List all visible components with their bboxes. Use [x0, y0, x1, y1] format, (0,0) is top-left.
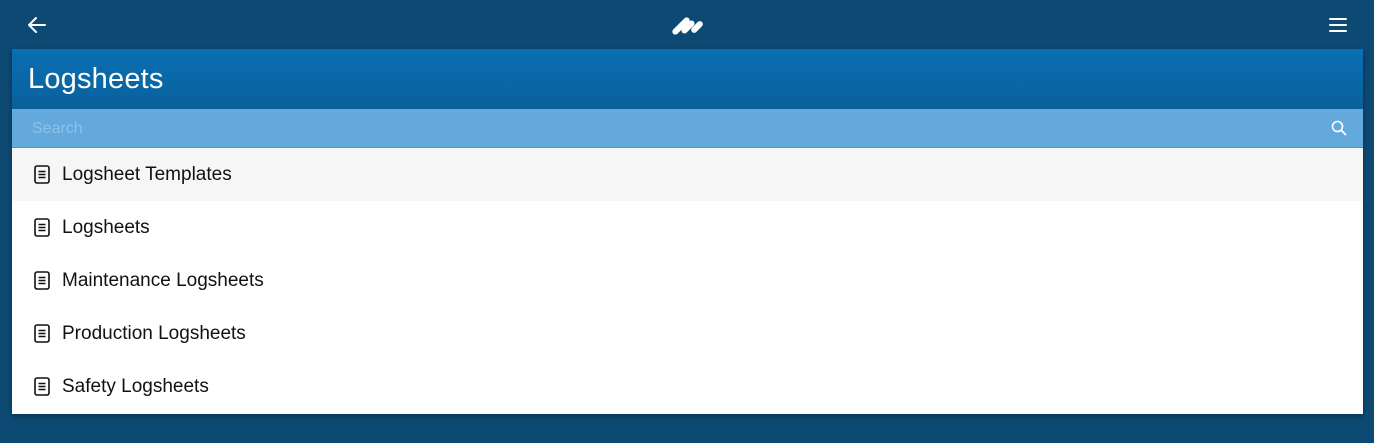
logsheet-list: Logsheet Templates Logsheets Maintenance… [12, 148, 1363, 413]
list-item-safety-logsheets[interactable]: Safety Logsheets [12, 360, 1363, 413]
search-bar [12, 109, 1363, 149]
document-icon [32, 377, 52, 397]
document-icon [32, 271, 52, 291]
list-item-production-logsheets[interactable]: Production Logsheets [12, 307, 1363, 360]
back-button[interactable] [26, 14, 48, 36]
list-item-label: Safety Logsheets [62, 375, 209, 397]
hamburger-menu-icon [1329, 18, 1347, 32]
list-item-label: Logsheet Templates [62, 163, 232, 185]
panel-header: Logsheets [12, 49, 1363, 109]
document-icon [32, 165, 52, 185]
top-bar [0, 0, 1374, 49]
document-icon [32, 324, 52, 344]
list-item-maintenance-logsheets[interactable]: Maintenance Logsheets [12, 254, 1363, 307]
list-item-logsheet-templates[interactable]: Logsheet Templates [12, 148, 1363, 201]
arrow-left-icon [28, 17, 46, 33]
list-item-label: Maintenance Logsheets [62, 269, 264, 291]
list-item-label: Logsheets [62, 216, 150, 238]
menu-button[interactable] [1328, 15, 1348, 35]
logsheets-panel: Logsheets Logsheet Templates Logsheets M… [12, 49, 1363, 414]
list-item-logsheets[interactable]: Logsheets [12, 201, 1363, 254]
app-logo-icon [668, 12, 708, 38]
search-icon[interactable] [1331, 120, 1347, 136]
search-input[interactable] [12, 109, 1334, 149]
list-item-label: Production Logsheets [62, 322, 246, 344]
document-icon [32, 218, 52, 238]
page-title: Logsheets [28, 62, 164, 95]
